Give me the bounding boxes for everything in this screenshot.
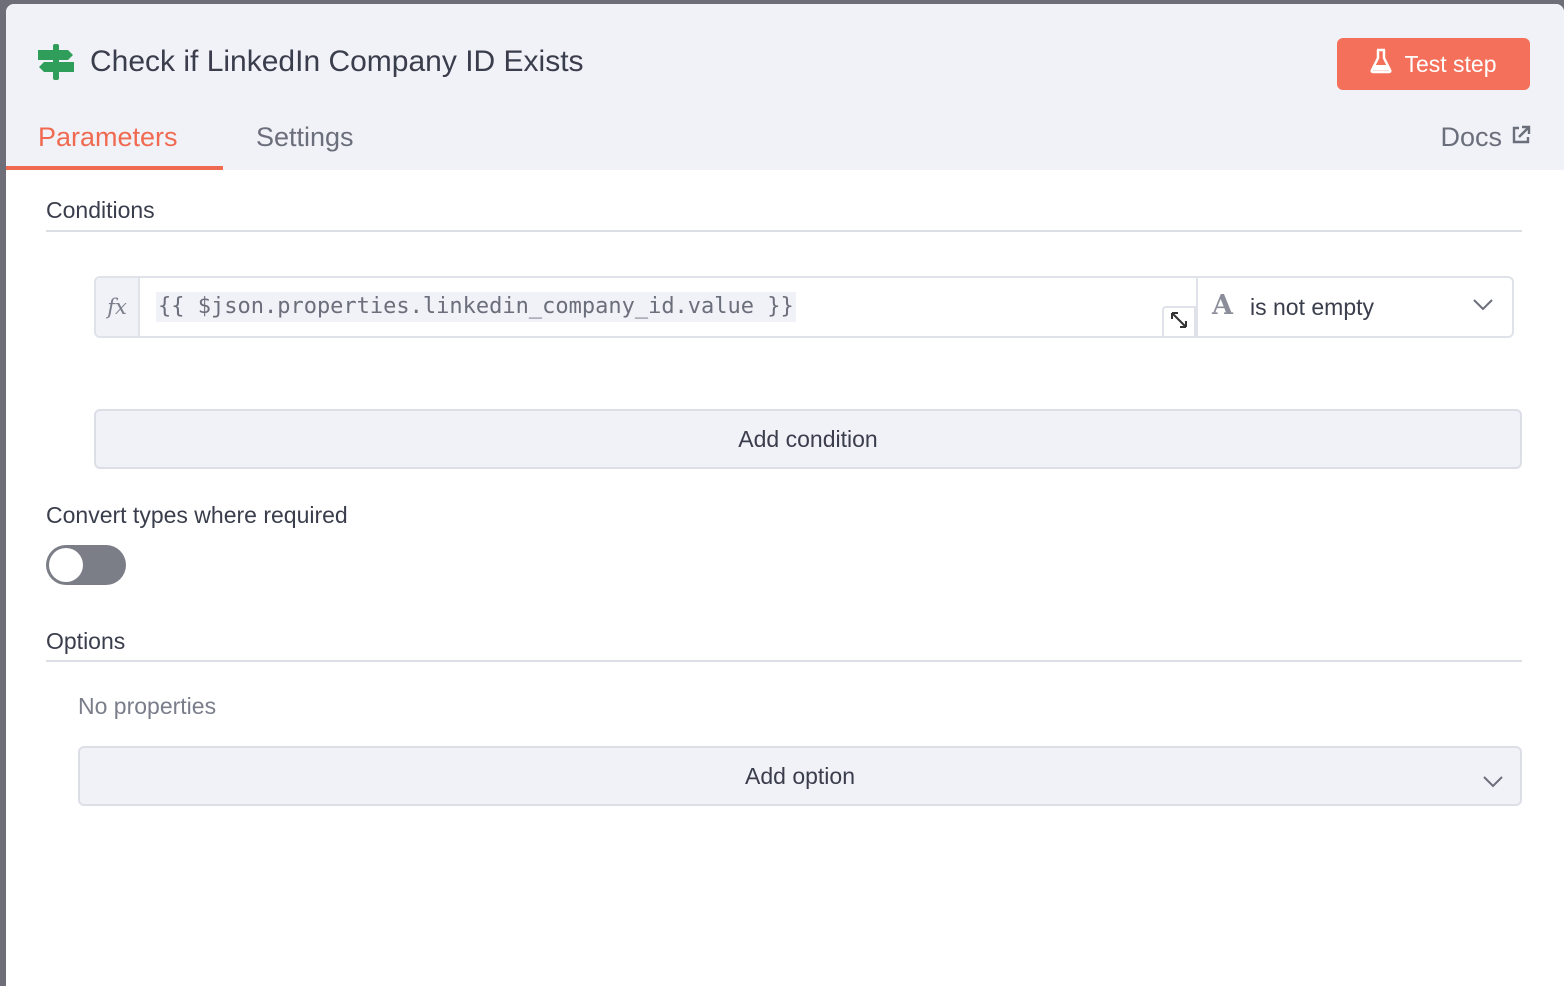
tab-parameters[interactable]: Parameters — [38, 120, 178, 154]
expand-icon — [1170, 311, 1188, 334]
tab-bar: Parameters Settings Docs — [6, 104, 1564, 170]
convert-types-toggle[interactable] — [46, 545, 126, 585]
expression-mode-indicator: fx — [96, 278, 140, 336]
flask-icon — [1370, 48, 1393, 80]
no-properties-text: No properties — [78, 693, 217, 719]
tab-settings[interactable]: Settings — [256, 120, 354, 154]
add-condition-button[interactable]: Add condition — [94, 409, 1522, 469]
options-label: Options — [46, 628, 126, 654]
chevron-down-icon — [1472, 298, 1494, 317]
conditions-divider — [46, 230, 1522, 232]
string-type-icon: A — [1212, 290, 1233, 321]
condition-row: fx {{ $json.properties.linkedin_company_… — [94, 276, 1514, 338]
active-tab-indicator — [6, 166, 223, 170]
docs-link[interactable]: Docs — [1440, 120, 1532, 154]
operator-select[interactable]: A is not empty — [1196, 278, 1512, 336]
conditions-label: Conditions — [46, 197, 155, 223]
condition-expression-input[interactable]: {{ $json.properties.linkedin_company_id.… — [156, 292, 796, 322]
node-title: Check if LinkedIn Company ID Exists — [90, 45, 584, 78]
test-step-label: Test step — [1404, 50, 1497, 77]
operator-label: is not empty — [1250, 294, 1374, 320]
external-link-icon — [1510, 120, 1532, 154]
add-option-label: Add option — [745, 762, 855, 789]
docs-label: Docs — [1440, 122, 1502, 152]
convert-types-label: Convert types where required — [46, 502, 348, 528]
expand-editor-button[interactable] — [1162, 306, 1196, 338]
chevron-down-icon — [1482, 768, 1504, 795]
add-option-dropdown[interactable]: Add option — [78, 746, 1522, 806]
panel-header: Check if LinkedIn Company ID Exists Test… — [6, 4, 1564, 170]
options-divider — [46, 660, 1522, 662]
test-step-button[interactable]: Test step — [1337, 38, 1530, 90]
toggle-knob — [49, 548, 83, 582]
node-details-panel: ••••• Check if LinkedIn Company ID Exist… — [6, 4, 1564, 986]
signpost-icon — [36, 42, 76, 82]
